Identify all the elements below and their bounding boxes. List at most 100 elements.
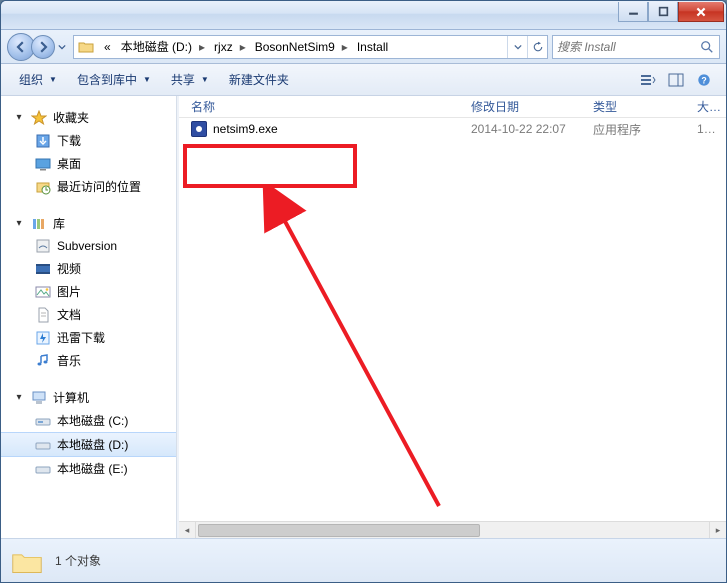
address-dropdown[interactable] (507, 36, 527, 58)
include-in-library-menu[interactable]: 包含到库中 ▼ (67, 67, 161, 92)
tree-label: 视频 (57, 260, 81, 277)
nav-arrows (7, 33, 69, 61)
chevron-right-icon[interactable]: ▸ (196, 40, 208, 54)
navbar: « 本地磁盘 (D:) ▸ rjxz ▸ BosonNetSim9 ▸ Inst… (1, 30, 726, 64)
toolbar: 组织 ▼ 包含到库中 ▼ 共享 ▼ 新建文件夹 ? (1, 64, 726, 96)
music-icon (35, 353, 51, 369)
breadcrumb-overflow[interactable]: « (98, 36, 115, 58)
tree-libraries[interactable]: ▾ 库 (1, 212, 176, 235)
video-icon (35, 261, 51, 277)
preview-pane-button[interactable] (662, 68, 690, 92)
subversion-icon (35, 238, 51, 254)
computer-icon (31, 390, 47, 406)
explorer-window: « 本地磁盘 (D:) ▸ rjxz ▸ BosonNetSim9 ▸ Inst… (0, 0, 727, 583)
tree-item-music[interactable]: 音乐 (1, 349, 176, 372)
new-folder-button[interactable]: 新建文件夹 (219, 67, 299, 92)
expand-icon[interactable]: ▾ (13, 218, 25, 230)
minimize-button[interactable] (618, 2, 648, 22)
tree-label: 本地磁盘 (E:) (57, 460, 128, 477)
window-controls (618, 2, 724, 22)
tree-label: 文档 (57, 306, 81, 323)
tree-item-videos[interactable]: 视频 (1, 257, 176, 280)
svg-text:?: ? (701, 75, 706, 85)
file-type: 应用程序 (585, 118, 689, 141)
file-modified: 2014-10-22 22:07 (463, 119, 585, 139)
column-header-size[interactable]: 大小 (689, 96, 726, 118)
tree-item-pictures[interactable]: 图片 (1, 280, 176, 303)
folder-icon (74, 39, 98, 55)
status-count: 1 个对象 (55, 552, 101, 569)
chevron-right-icon[interactable]: ▸ (339, 40, 351, 54)
search-input[interactable] (553, 40, 695, 54)
drive-icon (35, 413, 51, 429)
file-row[interactable]: netsim9.exe 2014-10-22 22:07 应用程序 122, (179, 118, 726, 140)
tree-item-drive-c[interactable]: 本地磁盘 (C:) (1, 409, 176, 432)
drive-icon (35, 437, 51, 453)
addressbar[interactable]: « 本地磁盘 (D:) ▸ rjxz ▸ BosonNetSim9 ▸ Inst… (73, 35, 548, 59)
toolbar-label: 包含到库中 (77, 71, 137, 88)
scroll-thumb[interactable] (198, 524, 480, 537)
file-name: netsim9.exe (213, 122, 278, 136)
tree-label: 下载 (57, 132, 81, 149)
expand-icon[interactable]: ▾ (13, 392, 25, 404)
file-list[interactable]: netsim9.exe 2014-10-22 22:07 应用程序 122, (179, 118, 726, 521)
file-size: 122, (689, 119, 726, 139)
scroll-left-button[interactable]: ◂ (179, 522, 196, 538)
column-header-modified[interactable]: 修改日期 (463, 96, 585, 118)
share-menu[interactable]: 共享 ▼ (161, 67, 219, 92)
sidebar[interactable]: ▾ 收藏夹 下载 桌面 (1, 96, 177, 538)
tree-label: 音乐 (57, 352, 81, 369)
searchbox[interactable] (552, 35, 720, 59)
forward-button[interactable] (31, 35, 55, 59)
exe-icon (191, 121, 207, 137)
breadcrumb-item[interactable]: 本地磁盘 (D:) (115, 36, 196, 58)
statusbar: 1 个对象 (1, 538, 726, 582)
breadcrumb-item[interactable]: rjxz (208, 36, 237, 58)
tree-label: 计算机 (53, 389, 89, 406)
search-icon[interactable] (695, 40, 719, 54)
tree-item-thunder[interactable]: 迅雷下载 (1, 326, 176, 349)
organize-menu[interactable]: 组织 ▼ (9, 67, 67, 92)
chevron-down-icon: ▼ (143, 75, 151, 84)
documents-icon (35, 307, 51, 323)
tree-label: Subversion (57, 239, 117, 253)
pictures-icon (35, 284, 51, 300)
downloads-icon (35, 133, 51, 149)
scroll-track[interactable] (196, 522, 709, 538)
tree-item-drive-d[interactable]: 本地磁盘 (D:) (1, 432, 176, 457)
column-header-type[interactable]: 类型 (585, 96, 689, 118)
expand-icon[interactable]: ▾ (13, 112, 25, 124)
tree-label: 图片 (57, 283, 81, 300)
tree-computer[interactable]: ▾ 计算机 (1, 386, 176, 409)
horizontal-scrollbar[interactable]: ◂ ▸ (179, 521, 726, 538)
content-pane: 名称 修改日期 类型 大小 netsim9.exe 2014-10-22 22:… (179, 96, 726, 538)
libraries-icon (31, 216, 47, 232)
refresh-button[interactable] (527, 36, 547, 58)
tree-item-documents[interactable]: 文档 (1, 303, 176, 326)
thunder-download-icon (35, 330, 51, 346)
breadcrumb-item[interactable]: Install (351, 36, 392, 58)
drive-icon (35, 461, 51, 477)
chevron-right-icon[interactable]: ▸ (237, 40, 249, 54)
maximize-button[interactable] (648, 2, 678, 22)
close-button[interactable] (678, 2, 724, 22)
desktop-icon (35, 156, 51, 172)
tree-label: 本地磁盘 (C:) (57, 412, 128, 429)
help-button[interactable]: ? (690, 68, 718, 92)
breadcrumb-item[interactable]: BosonNetSim9 (249, 36, 339, 58)
tree-item-subversion[interactable]: Subversion (1, 235, 176, 257)
tree-item-recent[interactable]: 最近访问的位置 (1, 175, 176, 198)
tree-item-desktop[interactable]: 桌面 (1, 152, 176, 175)
view-options-button[interactable] (634, 68, 662, 92)
tree-favorites[interactable]: ▾ 收藏夹 (1, 106, 176, 129)
tree-item-downloads[interactable]: 下载 (1, 129, 176, 152)
nav-history-dropdown[interactable] (55, 35, 69, 59)
titlebar (1, 1, 726, 30)
tree-item-drive-e[interactable]: 本地磁盘 (E:) (1, 457, 176, 480)
column-header-name[interactable]: 名称 (183, 96, 463, 118)
folder-large-icon (11, 545, 43, 577)
tree-label: 迅雷下载 (57, 329, 105, 346)
tree-group-libraries: ▾ 库 Subversion 视频 (1, 208, 176, 382)
tree-label: 桌面 (57, 155, 81, 172)
scroll-right-button[interactable]: ▸ (709, 522, 726, 538)
